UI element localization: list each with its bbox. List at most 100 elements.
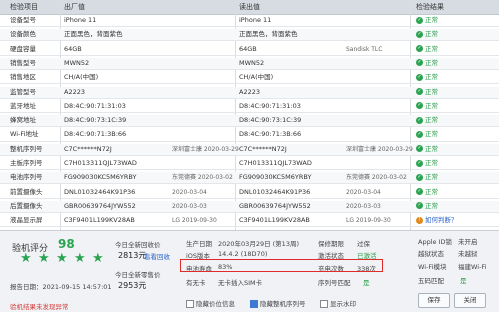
- row-factory-date: 东莞德赛 2020-03-02: [172, 174, 233, 182]
- table-row: 液晶显示屏 C3F9401L199KV28AB LG 2019-09-30 C3F94…: [0, 215, 499, 228]
- row-result: ✓ 正常: [416, 116, 438, 125]
- row-result[interactable]: ! 如何判断？: [416, 216, 458, 225]
- score-value: 98: [58, 237, 75, 251]
- row-factory-date: 深圳富士康 2020-03-29: [172, 145, 239, 153]
- row-result: ✓ 正常: [416, 102, 438, 111]
- row-detect-value: DNL01032464K91P36: [239, 187, 311, 196]
- row-name: 液晶显示屏: [10, 216, 43, 225]
- jailbreak-value: 未越狱: [458, 250, 478, 258]
- table-row: 蜂窝地址 D8:4C:90:73:1C:39 D8:4C:90:73:1C:39 ✓ 正…: [0, 115, 499, 128]
- row-factory-value: CH/A(中国): [64, 73, 99, 82]
- hide-price-option[interactable]: 隐藏价位信息: [186, 298, 235, 308]
- row-result-text: 正常: [425, 44, 438, 53]
- row-detect-value: 正面黑色，背面紫色: [239, 30, 298, 39]
- star-icon: ★: [20, 251, 32, 266]
- row-result: ✓ 正常: [416, 45, 438, 54]
- row-factory-value: D8:4C:90:71:31:03: [64, 101, 126, 110]
- table-row: 监管型号 A2223 A2223 ✓ 正常: [0, 86, 499, 99]
- row-name: Wi-Fi地址: [10, 130, 39, 139]
- row-result: ✓ 正常: [416, 188, 438, 197]
- apple-id-label: Apple ID锁: [418, 238, 452, 246]
- row-factory-value: C7C******N72J: [64, 144, 112, 153]
- warranty-value: 过保: [357, 240, 370, 248]
- five-code-label: 五码匹配: [418, 277, 444, 285]
- price-today-label: 今日全新回收价: [115, 241, 161, 249]
- ios-value: 14.4.2 (18D70): [218, 250, 268, 258]
- row-detect-date: 深圳富士康 2020-03-29: [346, 145, 413, 153]
- hide-serial-checkbox[interactable]: [250, 300, 258, 308]
- table-row: 电池序列号 FG909030KC5M6YRBY 东莞德赛 2020-03-02 FG9…: [0, 172, 499, 185]
- header-result: 检验结果: [416, 3, 444, 11]
- row-detect-value: D8:4C:90:71:31:03: [239, 101, 301, 110]
- row-name: 后置摄像头: [10, 201, 43, 210]
- table-row: 销售型号 MWN52 MWN52 ✓ 正常: [0, 57, 499, 71]
- row-factory-value: C3F9401L199KV28AB: [64, 216, 135, 225]
- star-icon: ★: [92, 251, 104, 266]
- row-factory-value: iPhone 11: [64, 16, 97, 24]
- row-factory-value: MWN52: [64, 58, 90, 67]
- check-icon: ✓: [416, 16, 423, 24]
- row-result-text: 正常: [425, 187, 438, 196]
- star-icon: ★: [56, 251, 68, 266]
- row-factory-value: C7H013311QJL73WAD: [64, 159, 137, 167]
- check-icon: ✓: [416, 73, 423, 81]
- wifi-label: Wi-Fi模块: [418, 263, 447, 271]
- report-date: 报告日期：2021-09-15 14:57:01: [10, 283, 112, 291]
- row-result: ✓ 正常: [416, 73, 438, 82]
- row-detect-date: 2020-03-04: [346, 188, 381, 196]
- row-result-text: 正常: [425, 173, 438, 182]
- warranty-label: 保修期限: [318, 240, 344, 248]
- close-button[interactable]: 关闭: [454, 293, 486, 308]
- five-code-value: 是: [460, 277, 467, 285]
- row-name: 硬盘容量: [10, 44, 36, 53]
- table-row: 销售地区 CH/A(中国) CH/A(中国) ✓ 正常: [0, 72, 499, 85]
- row-result-text: 正常: [425, 101, 438, 110]
- row-detect-date: 东莞德赛 2020-03-02: [346, 174, 407, 182]
- row-result: ✓ 正常: [416, 16, 438, 25]
- check-icon: ✓: [416, 116, 423, 124]
- row-detect-value: CH/A(中国): [239, 73, 274, 82]
- sim-value: 无卡插入SIM卡: [218, 279, 263, 287]
- row-factory-value: FG909030KC5M6YRBY: [64, 173, 137, 182]
- row-result: ✓ 正常: [416, 159, 438, 168]
- check-icon: ✓: [416, 45, 423, 53]
- price-today-value: 2813元: [118, 251, 147, 260]
- no-issue-text: 验机结果未发现异常: [10, 303, 69, 311]
- check-icon: ✓: [416, 30, 423, 38]
- table-row: 设备颜色 正面黑色，背面紫色 正面黑色，背面紫色 ✓ 正常: [0, 29, 499, 42]
- row-factory-date: 2020-03-03: [172, 202, 207, 210]
- row-factory-value: D8:4C:90:73:1C:39: [64, 116, 127, 125]
- hide-price-checkbox[interactable]: [186, 300, 194, 308]
- row-name: 设备颜色: [10, 30, 36, 39]
- watermark-checkbox[interactable]: [320, 300, 328, 308]
- check-icon: ✓: [416, 88, 423, 95]
- row-name: 整机序列号: [10, 144, 43, 153]
- check-icon: ✓: [416, 159, 423, 167]
- retail-price-label: 今日全新零售价: [115, 271, 161, 279]
- hide-serial-option[interactable]: 隐藏整机序列号: [250, 298, 306, 308]
- table-row: 硬盘容量 64GB 64GB Sandisk TLC ✓ 正常: [0, 44, 499, 56]
- row-factory-value: DNL01032464K91P36: [64, 187, 136, 196]
- row-detect-value: D8:4C:90:73:1C:39: [239, 116, 302, 125]
- table-row: 设备型号 iPhone 11 iPhone 11 ✓ 正常: [0, 15, 499, 28]
- save-button[interactable]: 保存: [418, 293, 450, 308]
- row-factory-value: D8:4C:90:71:3B:66: [64, 130, 127, 139]
- wifi-value: 福建Wi-Fi: [458, 263, 487, 271]
- row-result-text: 正常: [425, 201, 438, 210]
- table-header: 检验项目 出厂值 读出值 检验结果: [0, 0, 499, 15]
- watermark-option[interactable]: 显示水印: [320, 298, 356, 308]
- table-row: Wi-Fi地址 D8:4C:90:71:3B:66 D8:4C:90:71:3B:6…: [0, 129, 499, 142]
- inspection-table: 检验项目 出厂值 读出值 检验结果 设备型号 iPhone 11 iPhone 11…: [0, 0, 499, 230]
- check-icon: ✓: [416, 173, 423, 181]
- row-name: 销售地区: [10, 73, 36, 82]
- row-name: 主板序列号: [10, 159, 43, 167]
- table-row: 前置摄像头 DNL01032464K91P36 2020-03-04 DNL01032…: [0, 187, 499, 199]
- table-row: 主板序列号 C7H013311QJL73WAD C7H013311QJL73WAD ✓…: [0, 158, 499, 171]
- recycle-link[interactable]: 看看回收: [144, 251, 170, 261]
- row-detect-value: C3F9401L199KV28AB: [239, 216, 310, 225]
- row-detect-value: GBR00639764JYW552: [239, 201, 311, 210]
- header-item: 检验项目: [10, 3, 38, 11]
- row-detect-value: C7H013311QJL73WAD: [239, 159, 312, 167]
- row-result-text: 正常: [425, 16, 438, 24]
- table-row: 后置摄像头 GBR00639764JYW552 2020-03-03 GBR00639…: [0, 200, 499, 214]
